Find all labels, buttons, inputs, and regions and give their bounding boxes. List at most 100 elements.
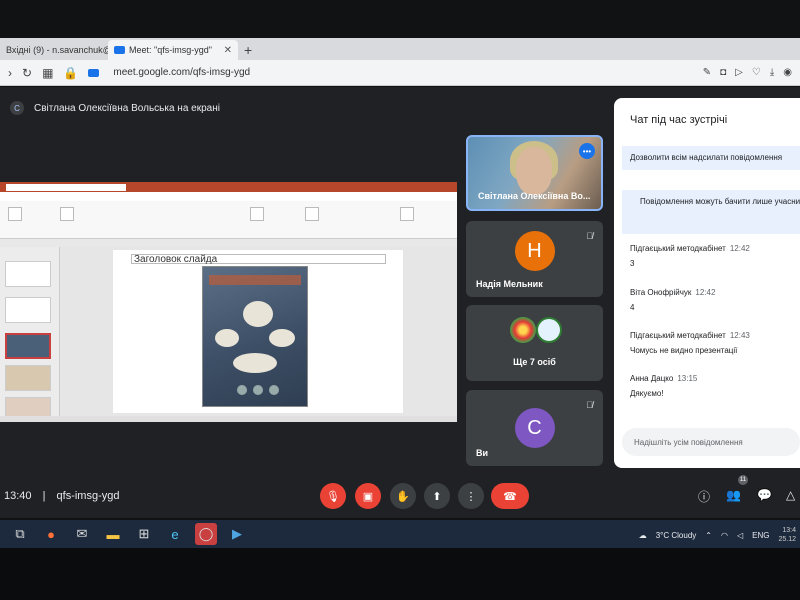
edit-icon[interactable]: ✎ xyxy=(703,67,711,78)
ribbon-button xyxy=(8,207,22,221)
windows-taskbar: ⧉ ● ✉ ▬ ⊞ e ◯ ▶ ☁ 3°C Cloudy ⌃ ◠ ◁ ENG 1… xyxy=(0,520,800,548)
weather-text[interactable]: 3°C Cloudy xyxy=(656,531,697,540)
chat-message: Віта Онофрійчук 12:42 4 xyxy=(630,288,715,312)
heart-icon[interactable]: ♡ xyxy=(752,67,761,78)
media-player-icon[interactable]: ▶ xyxy=(226,523,248,545)
screen: Вхідні (9) - n.savanchuk@... ✕ Meet: "qf… xyxy=(0,0,800,600)
activities-icon[interactable]: △ xyxy=(786,488,795,502)
ribbon-button xyxy=(250,207,264,221)
presenter-label: Світлана Олексіївна Вольська на екрані xyxy=(34,102,220,114)
meet-favicon-icon xyxy=(114,46,125,54)
tab-gmail[interactable]: Вхідні (9) - n.savanchuk@... ✕ xyxy=(0,40,108,60)
chat-panel: Чат під час зустрічі Дозволити всім надс… xyxy=(614,98,800,468)
message-time: 12:43 xyxy=(729,331,750,340)
people-icon[interactable]: 👥 xyxy=(726,488,741,502)
file-explorer-icon[interactable]: ▬ xyxy=(102,523,124,545)
participant-face xyxy=(516,147,552,195)
download-icon[interactable]: ⤓ xyxy=(770,67,774,78)
url-field[interactable]: meet.google.com/qfs-imsg-ygd xyxy=(113,67,250,78)
message-text: Чомусь не видно презентації xyxy=(630,346,738,355)
chat-icon[interactable]: 💬 xyxy=(757,488,772,502)
participant-tile-presenter[interactable]: ••• Світлана Олексіївна Во... xyxy=(466,135,603,211)
clock[interactable]: 13:4 25.12 xyxy=(778,526,796,544)
participant-tile-self[interactable]: 🎙̸ С Ви xyxy=(466,390,603,466)
book-title-band xyxy=(209,275,301,285)
language-indicator[interactable]: ENG xyxy=(752,531,769,540)
screenshot-icon[interactable]: ◘ xyxy=(720,67,726,78)
cup-shape xyxy=(269,329,295,347)
forward-icon[interactable]: › xyxy=(8,66,12,80)
powerpoint-workspace: Заголовок слайда xyxy=(0,247,457,422)
send-icon[interactable]: ▷ xyxy=(735,67,743,78)
network-icon[interactable]: ◠ xyxy=(721,531,728,540)
powerpoint-titlebar xyxy=(0,182,457,192)
message-author: Підгаєцький методкабінет xyxy=(630,244,726,253)
leave-call-button[interactable]: ☎ xyxy=(491,483,529,509)
close-tab-icon[interactable]: ✕ xyxy=(224,45,232,56)
reload-icon[interactable]: ↻ xyxy=(22,66,32,80)
weather-icon: ☁ xyxy=(638,530,647,540)
meeting-time: 13:40 xyxy=(4,490,32,502)
tab-label: Вхідні (9) - n.savanchuk@... xyxy=(6,45,108,55)
powerpoint-ribbon xyxy=(0,201,457,239)
chat-input[interactable]: Надішліть усім повідомлення xyxy=(622,428,800,456)
more-options-button[interactable]: ⋮ xyxy=(458,483,484,509)
slide-thumbnail xyxy=(5,333,51,359)
mic-off-icon: 🎙̸ xyxy=(586,400,593,410)
system-tray: ☁ 3°C Cloudy ⌃ ◠ ◁ ENG 13:4 25.12 xyxy=(639,526,796,544)
slide-thumbnail xyxy=(5,297,51,323)
browser-tab-strip: Вхідні (9) - n.savanchuk@... ✕ Meet: "qf… xyxy=(0,38,800,60)
meeting-code: qfs-imsg-ygd xyxy=(56,490,120,502)
mic-off-icon: 🎙̸ xyxy=(586,231,593,241)
powerpoint-statusbar xyxy=(0,416,457,422)
participant-tile-group[interactable]: Ще 7 осіб xyxy=(466,305,603,381)
mail-icon[interactable]: ✉ xyxy=(71,523,93,545)
info-icon[interactable]: ⓘ xyxy=(698,488,710,505)
shared-screen: Заголовок слайда xyxy=(0,182,457,422)
meet-stage: С Світлана Олексіївна Вольська на екрані xyxy=(0,87,800,517)
volume-icon[interactable]: ◁ xyxy=(737,531,743,540)
participants-count-badge: 11 xyxy=(738,475,748,485)
participant-avatar: С xyxy=(514,408,555,448)
present-button[interactable]: ⬆ xyxy=(424,483,450,509)
ribbon-button xyxy=(60,207,74,221)
ribbon-button xyxy=(400,207,414,221)
allow-messages-toggle[interactable]: Дозволити всім надсилати повідомлення xyxy=(622,146,800,170)
dot-shape xyxy=(253,385,263,395)
edge-icon[interactable]: e xyxy=(164,523,186,545)
tab-meet[interactable]: Meet: "qfs-imsg-ygd" ✕ xyxy=(108,40,238,60)
opera-icon[interactable]: ◯ xyxy=(195,523,217,545)
message-text: 4 xyxy=(630,303,635,312)
mic-off-button[interactable]: 🎙 xyxy=(320,483,346,509)
slide-title: Заголовок слайда xyxy=(131,254,386,265)
dot-shape xyxy=(237,385,247,395)
message-time: 12:42 xyxy=(695,288,716,297)
powerpoint-search xyxy=(6,183,126,191)
participant-avatar: Н xyxy=(514,231,555,271)
store-icon[interactable]: ⊞ xyxy=(133,523,155,545)
clock-date: 25.12 xyxy=(778,536,796,543)
group-avatar xyxy=(510,317,536,343)
slide-thumbnail xyxy=(5,365,51,391)
plate-shape xyxy=(233,353,277,373)
message-time: 13:15 xyxy=(677,374,698,383)
tray-chevron-icon[interactable]: ⌃ xyxy=(705,531,712,540)
presenter-banner: С Світлана Олексіївна Вольська на екрані xyxy=(10,101,220,115)
meet-control-bar: 13:40 | qfs-imsg-ygd 🎙 ▣ ✋ ⬆ ⋮ ☎ ⓘ 👥 11 … xyxy=(0,470,800,518)
camera-in-use-icon[interactable] xyxy=(88,68,100,77)
camera-off-button[interactable]: ▣ xyxy=(355,483,381,509)
powerpoint-doc-tabs xyxy=(0,239,457,247)
monitor-bezel xyxy=(0,548,800,600)
address-bar: › ↻ ▦ 🔒 meet.google.com/qfs-imsg-ygd ✎ ◘… xyxy=(0,60,800,86)
profile-icon[interactable]: ◉ xyxy=(783,67,792,78)
new-tab-button[interactable]: + xyxy=(238,40,258,60)
participant-name: Світлана Олексіївна Во... xyxy=(478,191,591,201)
message-text: Дякуємо! xyxy=(630,389,664,398)
task-view-icon[interactable]: ⧉ xyxy=(9,523,31,545)
apps-grid-icon[interactable]: ▦ xyxy=(42,66,53,80)
chat-message: Підгаєцький методкабінет 12:43 Чомусь не … xyxy=(630,331,750,355)
participant-tile[interactable]: 🎙̸ Н Надія Мельник xyxy=(466,221,603,297)
raise-hand-button[interactable]: ✋ xyxy=(390,483,416,509)
more-options-icon[interactable]: ••• xyxy=(579,143,595,159)
firefox-icon[interactable]: ● xyxy=(40,523,62,545)
